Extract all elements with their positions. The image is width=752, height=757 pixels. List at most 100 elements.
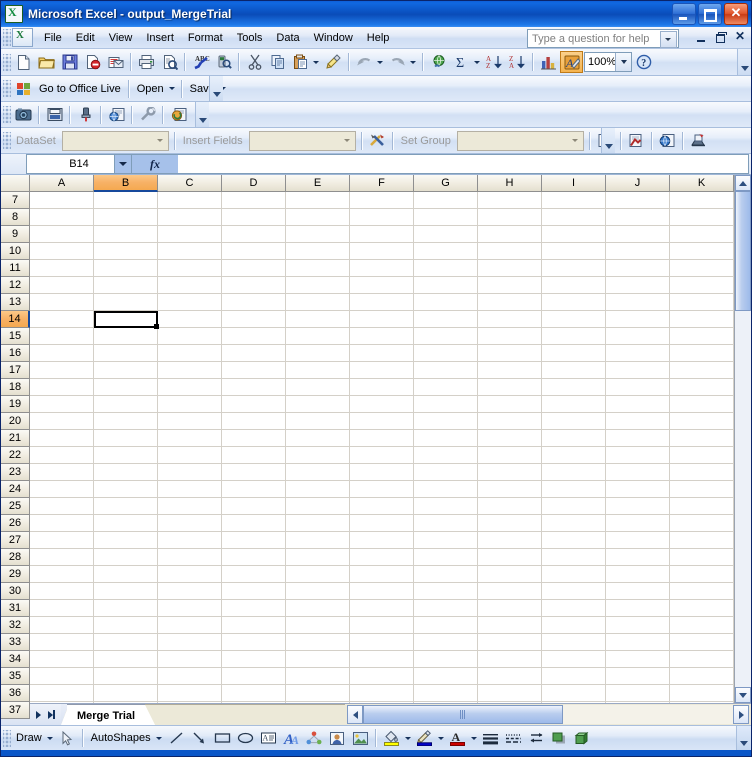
hscroll-thumb[interactable] (363, 705, 564, 724)
cell-D34[interactable] (222, 651, 286, 668)
cell-E27[interactable] (286, 532, 350, 549)
cell-F14[interactable] (350, 311, 414, 328)
text-box-icon[interactable]: A (257, 727, 280, 749)
cell-I28[interactable] (542, 549, 606, 566)
cell-I23[interactable] (542, 464, 606, 481)
cell-D21[interactable] (222, 430, 286, 447)
cell-J24[interactable] (606, 481, 670, 498)
cell-F20[interactable] (350, 413, 414, 430)
scroll-down-button[interactable] (735, 687, 751, 703)
print-preview-icon[interactable] (158, 51, 181, 73)
cell-K23[interactable] (670, 464, 734, 481)
cell-H32[interactable] (478, 617, 542, 634)
cell-F8[interactable] (350, 209, 414, 226)
cell-A18[interactable] (30, 379, 94, 396)
paste-icon[interactable] (289, 51, 312, 73)
cell-E12[interactable] (286, 277, 350, 294)
cell-J27[interactable] (606, 532, 670, 549)
row-header-13[interactable]: 13 (1, 294, 30, 311)
cell-C27[interactable] (158, 532, 222, 549)
cell-A24[interactable] (30, 481, 94, 498)
cell-C34[interactable] (158, 651, 222, 668)
cell-E11[interactable] (286, 260, 350, 277)
scroll-up-button[interactable] (735, 175, 751, 191)
cell-B24[interactable] (94, 481, 158, 498)
cell-I25[interactable] (542, 498, 606, 515)
row-header-23[interactable]: 23 (1, 464, 30, 481)
font-color-caret[interactable] (470, 736, 477, 740)
cell-C36[interactable] (158, 685, 222, 702)
cell-A29[interactable] (30, 566, 94, 583)
cell-D13[interactable] (222, 294, 286, 311)
cell-J8[interactable] (606, 209, 670, 226)
cell-D19[interactable] (222, 396, 286, 413)
cell-E26[interactable] (286, 515, 350, 532)
row-header-29[interactable]: 29 (1, 566, 30, 583)
cell-F10[interactable] (350, 243, 414, 260)
maximize-button[interactable] (698, 3, 722, 25)
row-header-31[interactable]: 31 (1, 600, 30, 617)
cell-B8[interactable] (94, 209, 158, 226)
cell-I10[interactable] (542, 243, 606, 260)
cell-H37[interactable] (478, 702, 542, 703)
cell-H14[interactable] (478, 311, 542, 328)
row-header-24[interactable]: 24 (1, 481, 30, 498)
cell-H12[interactable] (478, 277, 542, 294)
globe-doc-icon[interactable] (105, 104, 128, 126)
cell-D12[interactable] (222, 277, 286, 294)
cell-B7[interactable] (94, 192, 158, 209)
cell-C13[interactable] (158, 294, 222, 311)
cell-I33[interactable] (542, 634, 606, 651)
cell-E23[interactable] (286, 464, 350, 481)
cell-F28[interactable] (350, 549, 414, 566)
cell-I12[interactable] (542, 277, 606, 294)
cell-I7[interactable] (542, 192, 606, 209)
cell-H24[interactable] (478, 481, 542, 498)
office-live-open-button[interactable]: Open (133, 83, 168, 95)
cell-C31[interactable] (158, 600, 222, 617)
permission-icon[interactable] (81, 51, 104, 73)
cell-B11[interactable] (94, 260, 158, 277)
cell-E18[interactable] (286, 379, 350, 396)
cell-A12[interactable] (30, 277, 94, 294)
cell-G24[interactable] (414, 481, 478, 498)
cell-D32[interactable] (222, 617, 286, 634)
select-objects-icon[interactable] (56, 727, 79, 749)
cell-K20[interactable] (670, 413, 734, 430)
cell-C16[interactable] (158, 345, 222, 362)
cell-F21[interactable] (350, 430, 414, 447)
cell-J9[interactable] (606, 226, 670, 243)
cell-K36[interactable] (670, 685, 734, 702)
font-color-icon[interactable]: A (446, 727, 469, 749)
cell-E20[interactable] (286, 413, 350, 430)
cell-F11[interactable] (350, 260, 414, 277)
save-icon[interactable] (58, 51, 81, 73)
cell-A25[interactable] (30, 498, 94, 515)
menu-insert[interactable]: Insert (139, 30, 181, 46)
column-header-A[interactable]: A (30, 175, 94, 192)
draw-caret[interactable] (46, 736, 53, 740)
oval-icon[interactable] (234, 727, 257, 749)
cell-C30[interactable] (158, 583, 222, 600)
cell-G23[interactable] (414, 464, 478, 481)
cell-H21[interactable] (478, 430, 542, 447)
row-header-25[interactable]: 25 (1, 498, 30, 515)
cell-A30[interactable] (30, 583, 94, 600)
cell-B10[interactable] (94, 243, 158, 260)
cell-G16[interactable] (414, 345, 478, 362)
cell-E7[interactable] (286, 192, 350, 209)
cell-J14[interactable] (606, 311, 670, 328)
cell-J26[interactable] (606, 515, 670, 532)
cell-B29[interactable] (94, 566, 158, 583)
cell-E34[interactable] (286, 651, 350, 668)
column-header-K[interactable]: K (670, 175, 734, 192)
cell-F9[interactable] (350, 226, 414, 243)
cell-C26[interactable] (158, 515, 222, 532)
cell-C15[interactable] (158, 328, 222, 345)
cell-D37[interactable] (222, 702, 286, 703)
refresh-doc-icon[interactable] (167, 104, 190, 126)
standard-toolbar-options[interactable] (737, 49, 751, 75)
cell-C32[interactable] (158, 617, 222, 634)
column-header-B[interactable]: B (94, 175, 158, 192)
cell-A31[interactable] (30, 600, 94, 617)
